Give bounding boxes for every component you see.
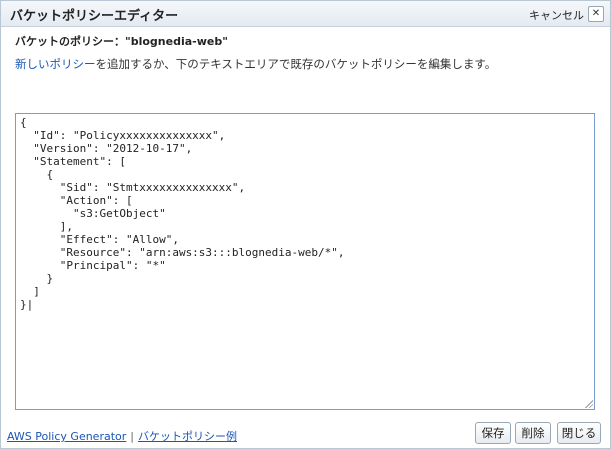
delete-button[interactable]: 削除 bbox=[515, 422, 551, 444]
instructions-text: を追加するか、下のテキストエリアで既存のバケットポリシーを編集します。 bbox=[95, 57, 497, 71]
close-icon[interactable]: ✕ bbox=[588, 6, 604, 22]
save-button[interactable]: 保存 bbox=[475, 422, 511, 444]
instructions: 新しいポリシーを追加するか、下のテキストエリアで既存のバケットポリシーを編集しま… bbox=[15, 56, 496, 72]
footer-separator: | bbox=[130, 430, 134, 443]
policy-heading: バケットのポリシー："blognedia-web" bbox=[15, 35, 228, 48]
cancel-link[interactable]: キャンセル bbox=[529, 7, 584, 23]
dialog-title: バケットポリシーエディター bbox=[10, 9, 179, 24]
new-policy-link[interactable]: 新しいポリシー bbox=[15, 57, 96, 71]
footer-links: AWS Policy Generator | バケットポリシー例 bbox=[7, 428, 237, 444]
bucket-policy-editor-dialog: バケットポリシーエディター キャンセル ✕ バケットのポリシー："blogned… bbox=[0, 0, 611, 449]
policy-textarea[interactable]: { "Id": "Policyxxxxxxxxxxxxxx", "Version… bbox=[15, 113, 595, 410]
bucket-policy-examples-link[interactable]: バケットポリシー例 bbox=[138, 430, 237, 443]
resize-grip-icon[interactable] bbox=[584, 399, 593, 408]
close-button[interactable]: 閉じる bbox=[557, 422, 601, 444]
title-bar: バケットポリシーエディター キャンセル ✕ bbox=[1, 1, 610, 27]
policy-json-content[interactable]: { "Id": "Policyxxxxxxxxxxxxxx", "Version… bbox=[16, 114, 594, 313]
aws-policy-generator-link[interactable]: AWS Policy Generator bbox=[7, 430, 126, 443]
